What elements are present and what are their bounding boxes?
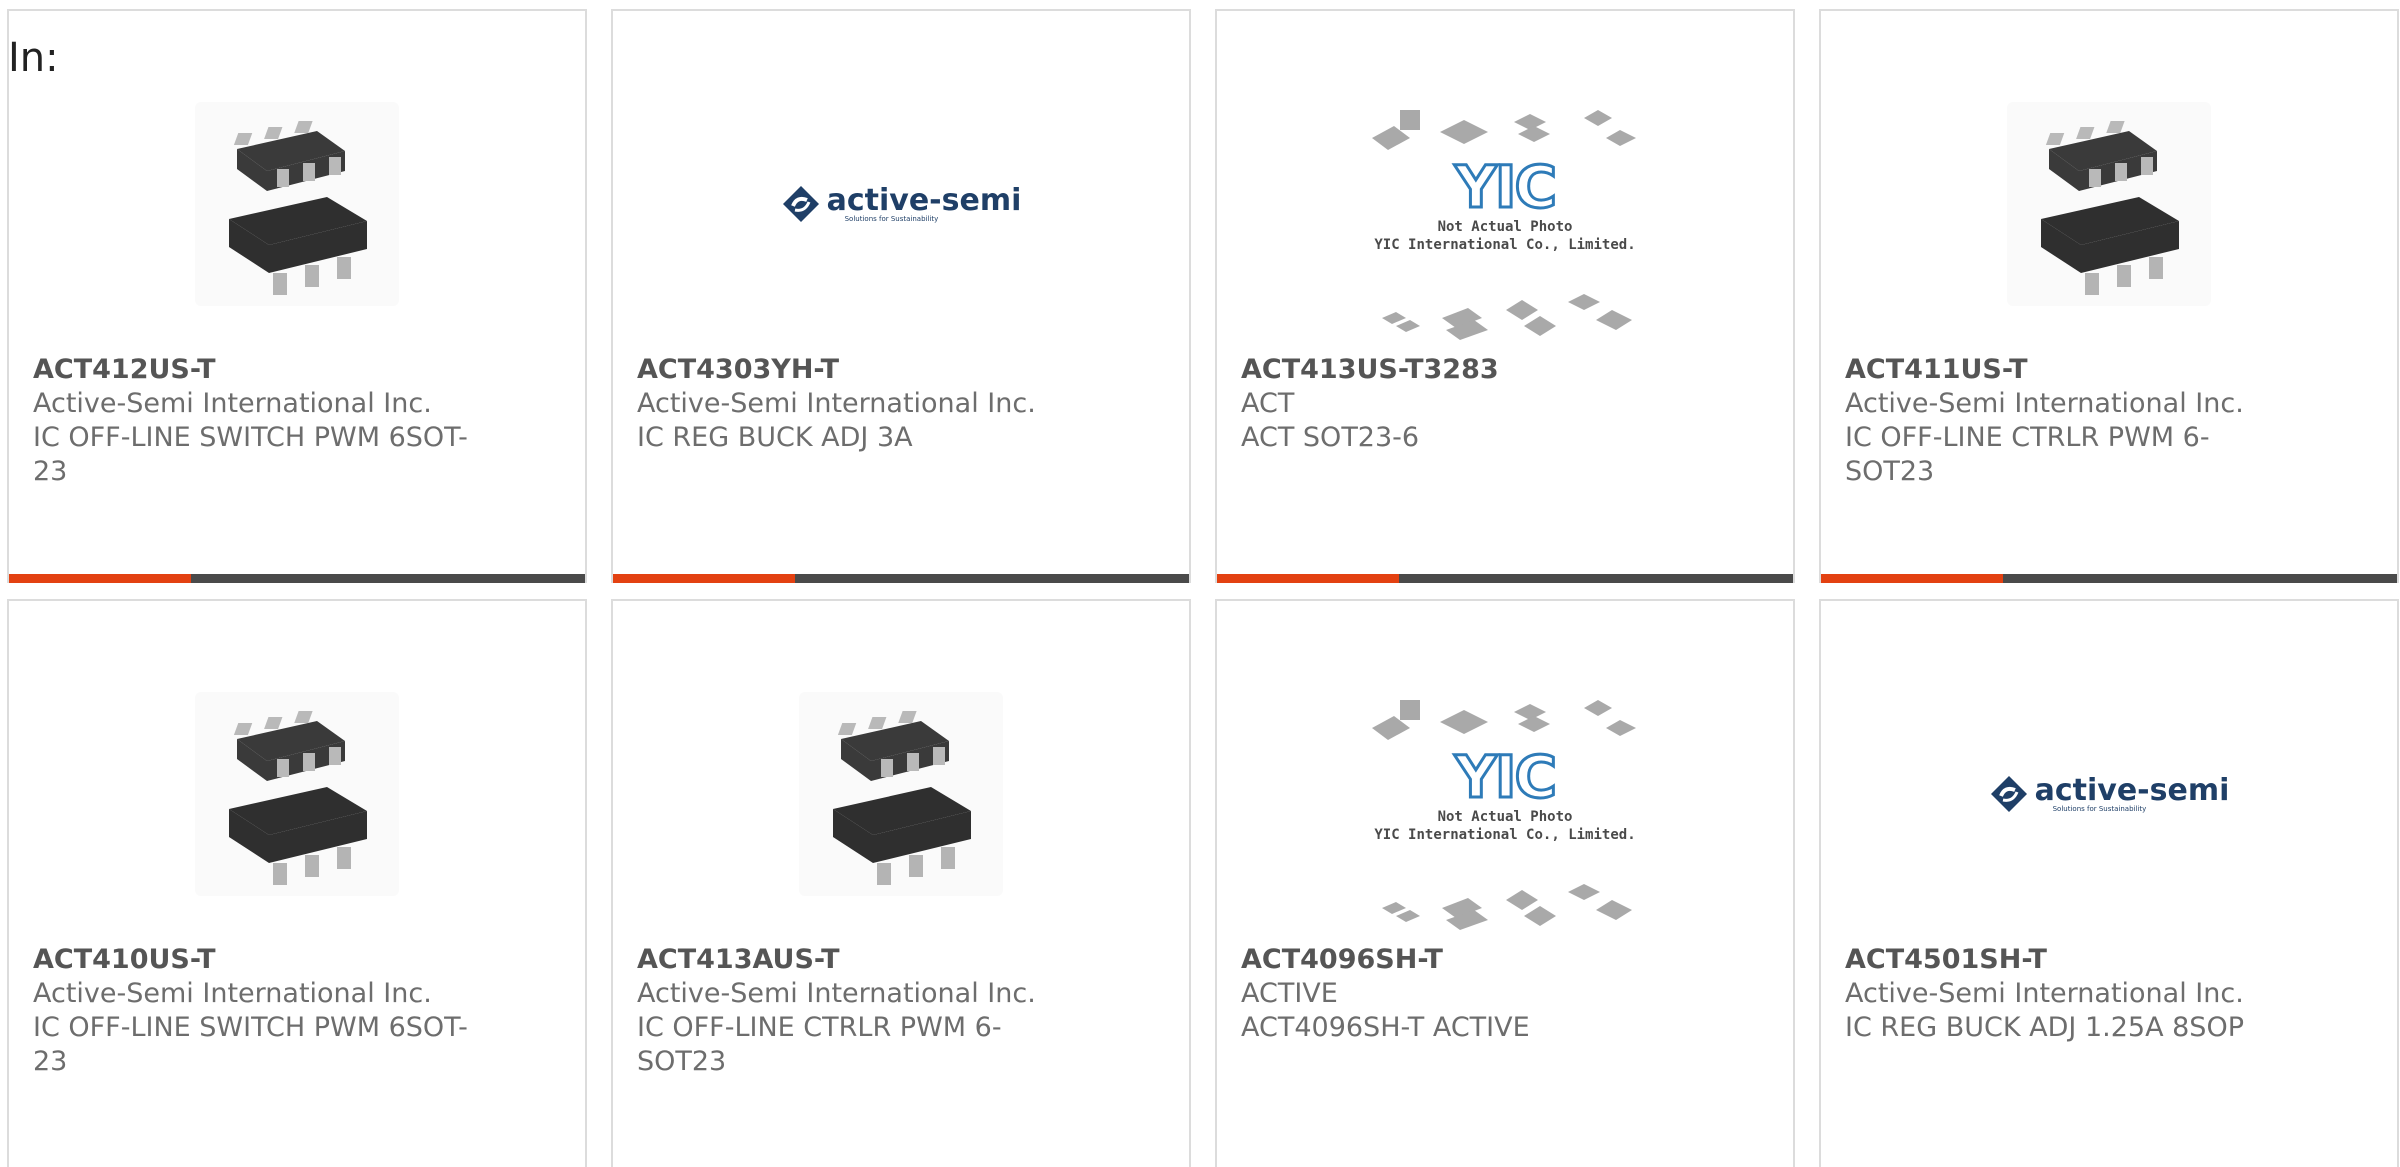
part-number-link[interactable]: ACT4501SH-T <box>1845 943 2295 977</box>
sot23-chip-icon <box>799 692 1003 896</box>
product-card[interactable]: ACT411US-T Active-Semi International Inc… <box>1819 9 2399 583</box>
card-bottom-bar <box>1821 574 2397 583</box>
product-info: ACT4096SH-T ACTIVE ACT4096SH-T ACTIVE <box>1241 943 1691 1045</box>
part-number-link[interactable]: ACT410US-T <box>33 943 483 977</box>
description: IC OFF-LINE CTRLR PWM 6-SOT23 <box>637 1012 1002 1077</box>
product-info: ACT411US-T Active-Semi International Inc… <box>1845 353 2295 489</box>
yic-logo-text: YIC <box>1453 153 1558 221</box>
filter-in-label: In: <box>8 35 59 81</box>
manufacturer: Active-Semi International Inc. <box>33 388 432 419</box>
product-card[interactable]: YIC Not Actual Photo YIC International C… <box>1215 599 1795 1167</box>
product-info: ACT413US-T3283 ACT ACT SOT23-6 <box>1241 353 1691 455</box>
part-number-link[interactable]: ACT413AUS-T <box>637 943 1087 977</box>
part-number-link[interactable]: ACT412US-T <box>33 353 483 387</box>
active-semi-logo-mark-icon <box>1990 776 2027 812</box>
product-image[interactable] <box>1821 79 2397 329</box>
placeholder-line1: Not Actual Photo <box>1437 219 1573 235</box>
description: IC OFF-LINE SWITCH PWM 6SOT-23 <box>33 422 468 487</box>
manufacturer: Active-Semi International Inc. <box>637 388 1036 419</box>
manufacturer: Active-Semi International Inc. <box>1845 978 2244 1009</box>
product-info: ACT410US-T Active-Semi International Inc… <box>33 943 483 1079</box>
logo-tagline: Solutions for Sustainability <box>844 214 939 223</box>
sot23-chip-icon <box>2007 102 2211 306</box>
product-card[interactable]: YIC Not Actual Photo YIC International C… <box>1215 9 1795 583</box>
product-listing-page: In: ACT412US-T Active-Semi International… <box>0 0 2400 1167</box>
description: IC REG BUCK ADJ 1.25A 8SOP <box>1845 1012 2244 1043</box>
yic-placeholder-icon: YIC Not Actual Photo YIC International C… <box>1370 694 1640 934</box>
yic-logo-text: YIC <box>1453 743 1558 811</box>
card-accent <box>613 574 795 583</box>
product-image[interactable] <box>9 669 585 919</box>
product-info: ACT412US-T Active-Semi International Inc… <box>33 353 483 489</box>
product-card[interactable]: ACT410US-T Active-Semi International Inc… <box>7 599 587 1167</box>
card-accent <box>9 574 191 583</box>
product-image[interactable]: YIC Not Actual Photo YIC International C… <box>1217 99 1793 349</box>
description: IC OFF-LINE SWITCH PWM 6SOT-23 <box>33 1012 468 1077</box>
active-semi-logo: active-semi Solutions for Sustainability <box>781 182 1022 224</box>
product-grid: ACT412US-T Active-Semi International Inc… <box>7 9 2399 1167</box>
manufacturer: Active-Semi International Inc. <box>1845 388 2244 419</box>
description: IC OFF-LINE CTRLR PWM 6-SOT23 <box>1845 422 2210 487</box>
part-number-link[interactable]: ACT4096SH-T <box>1241 943 1691 977</box>
description: IC REG BUCK ADJ 3A <box>637 422 913 453</box>
card-accent <box>1821 574 2003 583</box>
active-semi-logo-mark-icon <box>782 186 819 222</box>
product-info: ACT4303YH-T Active-Semi International In… <box>637 353 1087 455</box>
manufacturer: Active-Semi International Inc. <box>33 978 432 1009</box>
product-image[interactable] <box>613 669 1189 919</box>
sot23-chip-icon <box>195 102 399 306</box>
product-card[interactable]: ACT412US-T Active-Semi International Inc… <box>7 9 587 583</box>
logo-tagline: Solutions for Sustainability <box>2052 804 2147 813</box>
manufacturer: Active-Semi International Inc. <box>637 978 1036 1009</box>
sot23-chip-icon <box>195 692 399 896</box>
card-bottom-bar <box>1217 574 1793 583</box>
yic-placeholder-icon: YIC Not Actual Photo YIC International C… <box>1370 104 1640 344</box>
placeholder-line1: Not Actual Photo <box>1437 809 1573 825</box>
placeholder-line2: YIC International Co., Limited. <box>1374 827 1636 843</box>
product-info: ACT413AUS-T Active-Semi International In… <box>637 943 1087 1079</box>
logo-text: active-semi <box>826 182 1022 218</box>
product-card[interactable]: ACT413AUS-T Active-Semi International In… <box>611 599 1191 1167</box>
part-number-link[interactable]: ACT413US-T3283 <box>1241 353 1691 387</box>
product-card[interactable]: active-semi Solutions for Sustainability… <box>611 9 1191 583</box>
product-image[interactable]: active-semi Solutions for Sustainability <box>613 79 1189 329</box>
manufacturer: ACT <box>1241 388 1295 419</box>
product-info: ACT4501SH-T Active-Semi International In… <box>1845 943 2295 1045</box>
description: ACT SOT23-6 <box>1241 422 1420 453</box>
product-image[interactable]: active-semi Solutions for Sustainability <box>1821 669 2397 919</box>
card-bottom-bar <box>613 574 1189 583</box>
card-accent <box>1217 574 1399 583</box>
placeholder-line2: YIC International Co., Limited. <box>1374 237 1636 253</box>
part-number-link[interactable]: ACT411US-T <box>1845 353 2295 387</box>
description: ACT4096SH-T ACTIVE <box>1241 1012 1530 1043</box>
product-image[interactable]: YIC Not Actual Photo YIC International C… <box>1217 689 1793 939</box>
product-image[interactable] <box>9 79 585 329</box>
product-card[interactable]: active-semi Solutions for Sustainability… <box>1819 599 2399 1167</box>
logo-text: active-semi <box>2034 772 2230 808</box>
part-number-link[interactable]: ACT4303YH-T <box>637 353 1087 387</box>
manufacturer: ACTIVE <box>1241 978 1338 1009</box>
card-bottom-bar <box>9 574 585 583</box>
active-semi-logo: active-semi Solutions for Sustainability <box>1989 772 2230 814</box>
